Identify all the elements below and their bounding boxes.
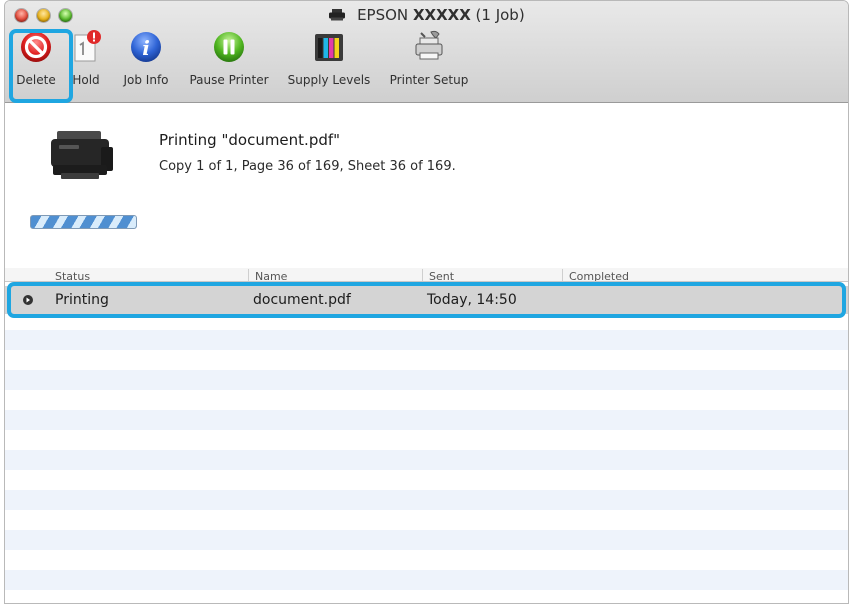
pause-printer-label: Pause Printer (189, 73, 269, 87)
toolbar: Delete Hold i Job Info Pause Printer Sup… (5, 29, 848, 103)
delete-label: Delete (16, 73, 56, 87)
title-brand: EPSON (357, 6, 409, 24)
title-model: XXXXX (412, 6, 471, 24)
svg-text:i: i (142, 36, 150, 60)
status-arrow-icon (23, 295, 33, 305)
column-header-status[interactable]: Status (55, 270, 90, 281)
row-name: document.pdf (253, 292, 351, 308)
title-job-count: (1 Job) (475, 6, 525, 24)
table-row[interactable]: Printing document.pdf Today, 14:50 (5, 286, 848, 314)
supply-levels-button[interactable]: Supply Levels (283, 29, 375, 99)
progress-bar (30, 215, 137, 229)
hold-button[interactable]: Hold (65, 29, 107, 99)
pause-printer-button[interactable]: Pause Printer (183, 29, 275, 99)
job-title: Printing "document.pdf" (159, 131, 341, 149)
job-status-area: Printing "document.pdf" Copy 1 of 1, Pag… (5, 103, 848, 272)
row-status: Printing (55, 292, 109, 308)
title-toolbar: EPSON XXXXX (1 Job) Delete Hold i Job In… (5, 1, 848, 103)
hold-label: Hold (72, 73, 100, 87)
job-list: Printing document.pdf Today, 14:50 (5, 282, 848, 602)
job-progress-detail: Copy 1 of 1, Page 36 of 169, Sheet 36 of… (159, 159, 456, 174)
column-header-name[interactable]: Name (255, 270, 287, 281)
printer-icon (329, 9, 346, 21)
delete-icon (21, 32, 51, 62)
printer-image (51, 131, 113, 179)
job-info-label: Job Info (123, 73, 169, 87)
supply-levels-label: Supply Levels (287, 73, 371, 87)
info-icon: i (131, 32, 161, 62)
row-sent: Today, 14:50 (427, 292, 517, 308)
printer-setup-icon (415, 30, 443, 60)
printer-setup-label: Printer Setup (389, 73, 469, 87)
ink-levels-icon (315, 34, 343, 61)
delete-button[interactable]: Delete (11, 29, 61, 99)
printer-setup-button[interactable]: Printer Setup (383, 29, 475, 99)
window-title: EPSON XXXXX (1 Job) (5, 6, 848, 24)
print-queue-window: EPSON XXXXX (1 Job) Delete Hold i Job In… (4, 0, 849, 604)
column-header-completed[interactable]: Completed (569, 270, 629, 281)
hold-icon (74, 30, 101, 62)
job-info-button[interactable]: i Job Info (117, 29, 175, 99)
column-header-sent[interactable]: Sent (429, 270, 454, 281)
pause-icon (214, 32, 244, 62)
table-header: Status Name Sent Completed (5, 268, 848, 282)
